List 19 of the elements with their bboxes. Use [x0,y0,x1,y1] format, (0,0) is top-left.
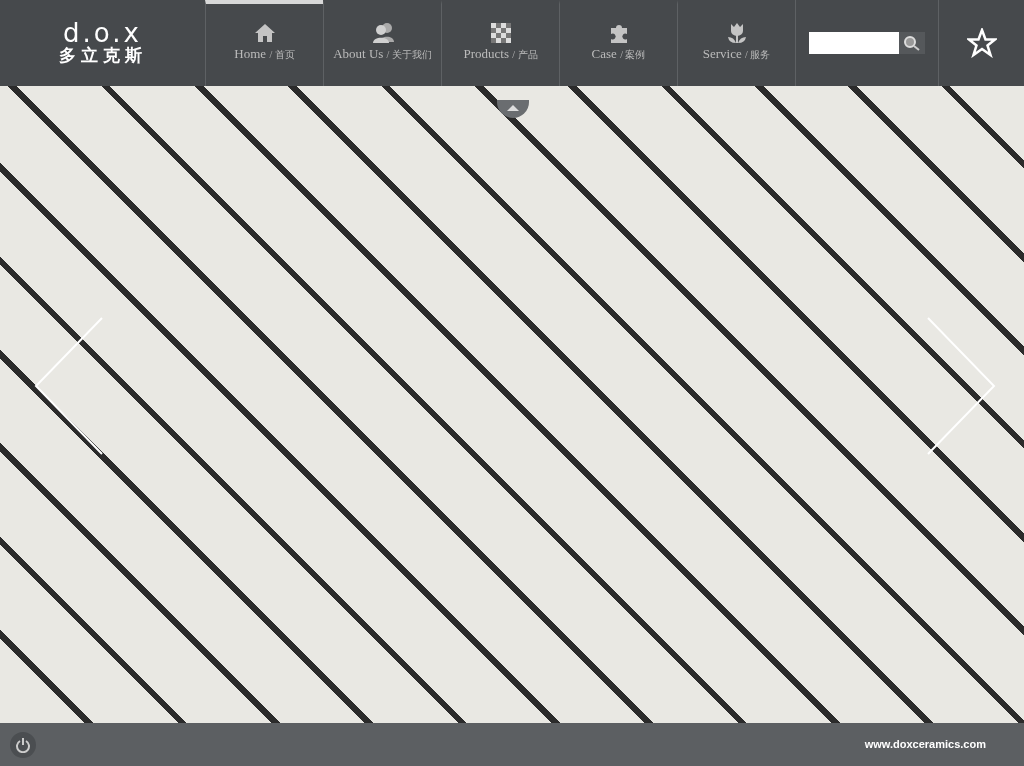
next-arrow[interactable] [926,316,996,456]
power-button[interactable] [10,731,36,758]
collapse-tab[interactable] [497,100,529,118]
tulip-icon [725,22,748,45]
search-field[interactable] [809,32,899,54]
right-chevron-icon [926,316,996,456]
search-icon [903,35,921,51]
house-icon [253,22,276,45]
up-triangle-icon [507,105,519,113]
search-button[interactable] [899,32,925,54]
website-url: www.doxceramics.com [864,737,986,753]
people-icon [371,22,394,45]
checkered-grid-icon [489,22,512,45]
logo-chinese-name: 多立克斯 [58,45,147,67]
logo-wordmark: d.o.x [63,19,142,46]
star-icon [966,28,997,58]
previous-arrow[interactable] [34,316,104,456]
left-chevron-icon [34,316,104,456]
power-icon [15,736,31,753]
